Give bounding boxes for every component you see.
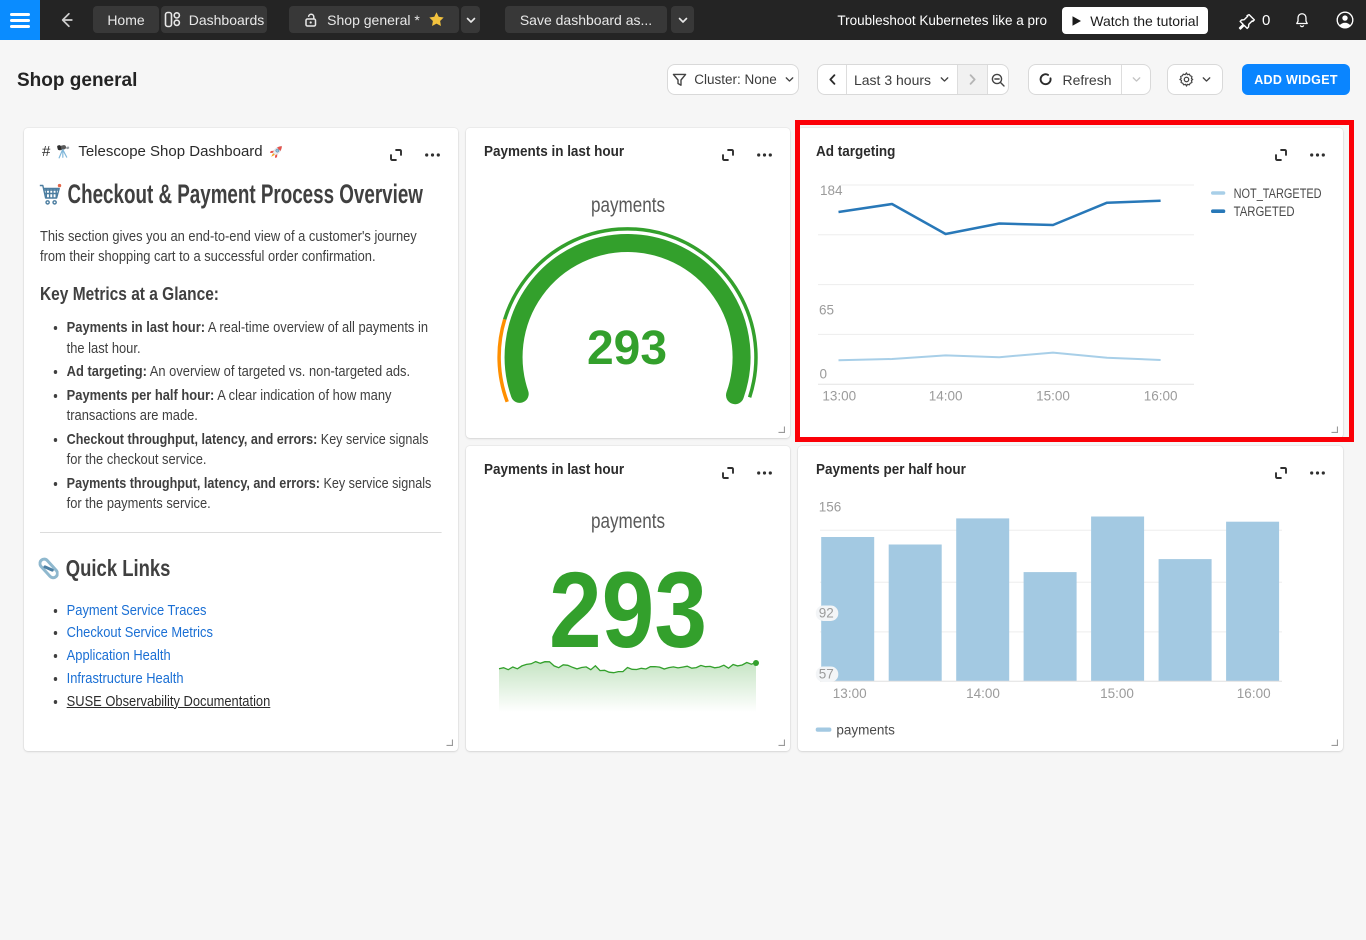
svg-text:15:00: 15:00 [1100,686,1134,701]
svg-text:NOT_TARGETED: NOT_TARGETED [1234,186,1322,201]
svg-text:156: 156 [819,500,842,515]
svg-text:13:00: 13:00 [833,686,867,701]
svg-text:TARGETED: TARGETED [1234,204,1295,219]
svg-text:184: 184 [820,183,843,198]
svg-text:293: 293 [587,322,667,375]
svg-text:15:00: 15:00 [1036,389,1070,404]
svg-text:payments: payments [591,510,665,533]
svg-text:13:00: 13:00 [822,389,856,404]
svg-text:payments: payments [836,723,895,738]
svg-text:293: 293 [549,549,707,670]
svg-text:0: 0 [820,367,828,382]
svg-text:16:00: 16:00 [1144,389,1178,404]
svg-text:14:00: 14:00 [929,389,963,404]
svg-text:payments: payments [591,194,665,217]
svg-text:14:00: 14:00 [966,686,1000,701]
svg-text:65: 65 [819,303,834,318]
svg-text:57: 57 [819,667,834,682]
svg-text:16:00: 16:00 [1237,686,1271,701]
svg-text:92: 92 [819,606,834,621]
